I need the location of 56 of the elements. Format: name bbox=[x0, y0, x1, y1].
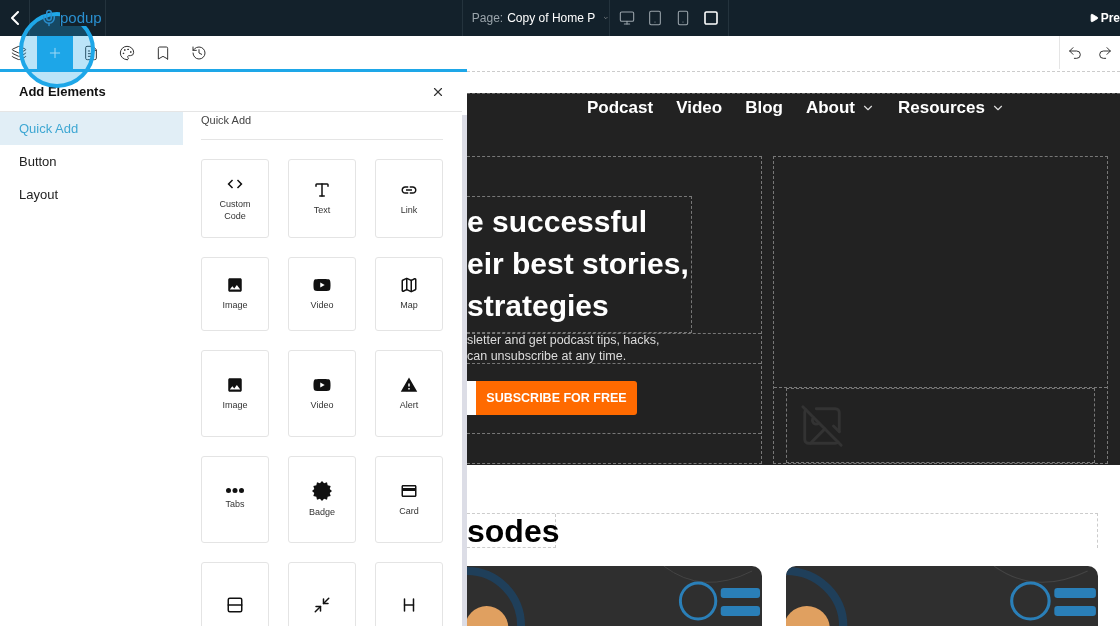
logo: podup bbox=[60, 10, 102, 26]
headline-line: eir best stories, bbox=[467, 246, 689, 282]
layers-icon bbox=[11, 44, 27, 61]
undo-icon bbox=[1067, 44, 1083, 61]
text-icon bbox=[313, 180, 331, 199]
preview-button[interactable]: Pre bbox=[1084, 0, 1120, 36]
headline-line: e successful bbox=[467, 204, 648, 240]
badge-icon bbox=[312, 480, 332, 501]
device-button[interactable] bbox=[617, 9, 636, 27]
video-icon bbox=[313, 276, 331, 294]
nav-link[interactable]: About bbox=[805, 94, 875, 121]
nav-link[interactable]: Podcast bbox=[587, 94, 654, 121]
dots-icon bbox=[226, 488, 244, 493]
logo-icon bbox=[40, 9, 58, 27]
map-icon bbox=[400, 276, 418, 294]
alert-icon bbox=[400, 375, 418, 394]
body-text: can unsubscribe at any time. bbox=[467, 348, 628, 364]
redo-icon bbox=[1097, 44, 1113, 61]
element-tile[interactable]: Badge bbox=[288, 455, 356, 543]
desktop-icon bbox=[618, 10, 635, 26]
element-tile[interactable]: Map bbox=[375, 256, 443, 331]
device-button[interactable] bbox=[701, 9, 720, 27]
nav-link[interactable]: Video bbox=[676, 94, 723, 121]
play-icon bbox=[1088, 13, 1099, 23]
tablet-icon bbox=[646, 10, 663, 26]
element-tile[interactable]: Tabs bbox=[201, 455, 269, 543]
element-tile[interactable]: Link bbox=[375, 158, 443, 238]
element-tile[interactable]: Text bbox=[288, 158, 356, 238]
element-tile[interactable]: Video bbox=[288, 256, 356, 331]
shrink-icon bbox=[313, 596, 331, 614]
image-icon bbox=[226, 276, 244, 294]
back-icon bbox=[10, 11, 19, 25]
section-heading: sodes bbox=[467, 513, 560, 548]
section-title: Quick Add bbox=[201, 113, 252, 128]
element-tile[interactable] bbox=[375, 561, 443, 626]
element-tile[interactable]: Video bbox=[288, 349, 356, 437]
email-field[interactable] bbox=[467, 381, 476, 415]
page-icon bbox=[83, 44, 99, 61]
square-icon bbox=[702, 10, 719, 26]
element-tile[interactable]: Custom Code bbox=[201, 158, 269, 238]
element-tile[interactable]: Card bbox=[375, 455, 443, 543]
palette-icon bbox=[119, 44, 135, 61]
element-tile[interactable]: Image bbox=[201, 349, 269, 437]
headline-line: strategies bbox=[467, 288, 609, 324]
rows-icon bbox=[226, 596, 244, 614]
history-icon bbox=[191, 44, 207, 61]
image-icon bbox=[226, 375, 244, 394]
panel-title: Add Elements bbox=[19, 82, 106, 101]
body-text: sletter and get podcast tips, hacks, bbox=[467, 332, 661, 348]
nav-link[interactable]: Resources bbox=[898, 94, 1005, 121]
element-tile[interactable]: Alert bbox=[375, 349, 443, 437]
element-tile[interactable] bbox=[201, 561, 269, 626]
element-tile[interactable] bbox=[288, 561, 356, 626]
nav-link[interactable]: Blog bbox=[745, 94, 783, 121]
element-tile[interactable]: Image bbox=[201, 256, 269, 331]
bookmark-icon bbox=[155, 44, 171, 61]
